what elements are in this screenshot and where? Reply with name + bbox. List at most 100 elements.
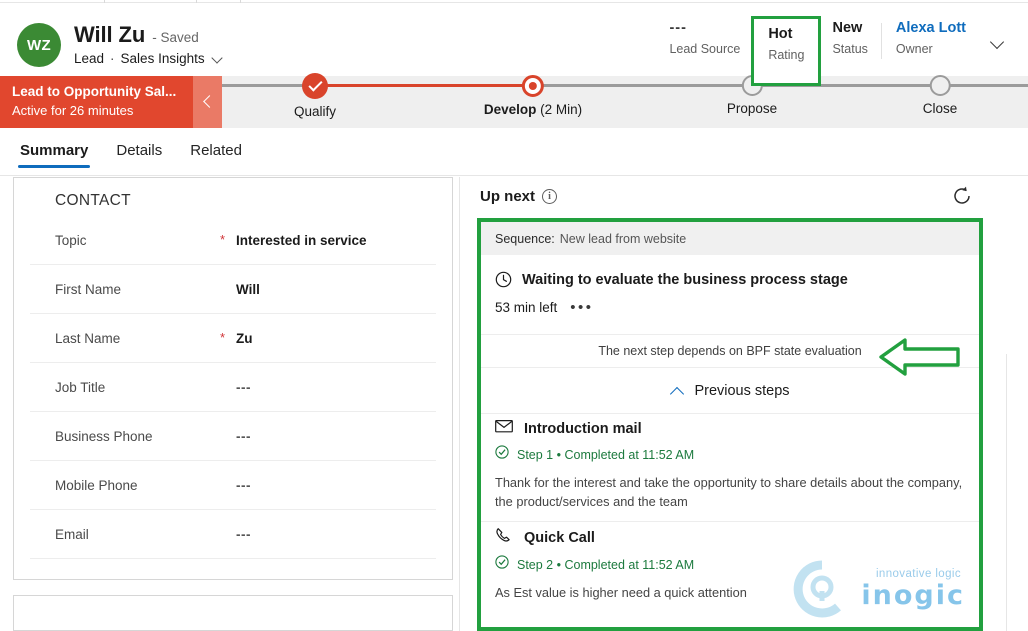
page-title: Will Zu - Saved [74, 22, 199, 48]
rating-label: Rating [768, 48, 805, 62]
breadcrumb-separator: · [110, 51, 115, 66]
field-value: --- [236, 428, 251, 444]
stage-duration: (2 Min) [540, 102, 583, 117]
sequence-bar[interactable]: Sequence: New lead from website [481, 222, 979, 255]
waiting-step-text: Waiting to evaluate the business process… [522, 271, 848, 288]
process-stage-track: Qualify Develop (2 Min) Propose Close [222, 73, 1028, 128]
info-icon[interactable]: i [542, 189, 558, 204]
pending-stage-icon [929, 75, 951, 96]
step-meta-row: Step 2 • Completed at 11:52 AM [495, 555, 965, 574]
sequence-label: Sequence: [495, 231, 555, 246]
field-row-email[interactable]: Email --- [30, 510, 436, 559]
field-row-job-title[interactable]: Job Title --- [30, 363, 436, 412]
phone-icon [495, 527, 513, 548]
breadcrumb: Lead · Sales Insights [74, 51, 224, 66]
right-rail [1006, 354, 1028, 631]
entity-type-label: Lead [74, 51, 105, 66]
chevron-down-icon[interactable] [213, 53, 224, 64]
step-status-text: Step 1 • Completed at 11:52 AM [517, 447, 695, 462]
field-label: Mobile Phone [55, 477, 138, 493]
owner-value[interactable]: Alexa Lott [896, 19, 966, 38]
previous-step-introduction-mail[interactable]: Introduction mail Step 1 • Completed at … [481, 413, 979, 511]
up-next-sequence-card-highlight: Sequence: New lead from website Waiting … [477, 218, 983, 631]
save-status: - Saved [152, 30, 199, 45]
record-name: Will Zu [74, 22, 146, 47]
contact-section-title: CONTACT [55, 192, 131, 209]
status-value: New [832, 20, 863, 36]
field-row-business-phone[interactable]: Business Phone --- [30, 412, 436, 461]
field-value: Zu [236, 330, 253, 346]
field-row-topic[interactable]: Topic * Interested in service [30, 216, 436, 265]
record-header: WZ Will Zu - Saved Lead · Sales Insights… [0, 4, 1028, 86]
field-value: Interested in service [236, 232, 367, 248]
field-value: Will [236, 281, 260, 297]
business-process-flow-bar: Lead to Opportunity Sal... Active for 26… [0, 73, 1028, 128]
step-description: Thank for the interest and take the oppo… [495, 475, 963, 509]
mail-icon [495, 419, 513, 438]
up-next-panel: Up next i Sequence: New lead from websit… [460, 177, 1006, 631]
step-meta-row: Step 1 • Completed at 11:52 AM [495, 445, 965, 464]
more-options-icon[interactable]: ••• [570, 300, 593, 315]
time-left-text: 53 min left [495, 300, 558, 315]
header-field-status[interactable]: New Status [818, 19, 882, 65]
field-row-mobile-phone[interactable]: Mobile Phone --- [30, 461, 436, 510]
step-description: As Est value is higher need a quick atte… [495, 585, 747, 600]
clock-icon [495, 271, 512, 288]
header-quick-fields: --- Lead Source Hot Rating New Status Al… [655, 16, 1014, 86]
contact-card: CONTACT Topic * Interested in service Fi… [13, 177, 453, 580]
required-marker: * [220, 330, 226, 345]
process-stage-close[interactable]: Close [922, 75, 958, 116]
stage-label: Propose [726, 101, 778, 116]
left-column: CONTACT Topic * Interested in service Fi… [13, 177, 453, 631]
up-next-header: Up next i [480, 188, 558, 205]
refresh-icon[interactable] [951, 185, 973, 207]
avatar: WZ [17, 23, 61, 67]
tab-details[interactable]: Details [114, 136, 164, 168]
crm-lead-form-screen: WZ Will Zu - Saved Lead · Sales Insights… [0, 0, 1028, 631]
annotation-arrow-icon [879, 336, 961, 378]
field-label: Last Name [55, 330, 121, 346]
field-label: Business Phone [55, 428, 153, 444]
field-value: --- [236, 477, 251, 493]
chevron-left-icon [202, 96, 214, 108]
secondary-card [13, 595, 453, 631]
stage-label-text: Develop [483, 102, 537, 117]
chevron-down-icon [991, 36, 1004, 49]
bpf-note-text: The next step depends on BPF state evalu… [598, 344, 862, 358]
field-label: Topic [55, 232, 87, 248]
field-label: Email [55, 526, 89, 542]
process-stage-develop[interactable]: Develop (2 Min) [483, 75, 583, 117]
current-stage-icon [522, 75, 544, 97]
form-body: CONTACT Topic * Interested in service Fi… [0, 177, 1028, 631]
field-label: First Name [55, 281, 122, 297]
previous-step-quick-call[interactable]: Quick Call Step 2 • Completed at 11:52 A… [481, 521, 979, 602]
app-name-label: Sales Insights [120, 51, 205, 66]
process-collapse-button[interactable] [193, 76, 222, 128]
header-field-lead-source[interactable]: --- Lead Source [655, 19, 755, 65]
chevron-up-icon [670, 386, 685, 395]
required-marker: * [220, 232, 226, 247]
field-row-first-name[interactable]: First Name Will [30, 265, 436, 314]
status-label: Status [832, 42, 868, 56]
lead-source-value: --- [669, 20, 687, 36]
field-label: Job Title [55, 379, 106, 395]
header-field-rating[interactable]: Hot Rating [751, 16, 822, 86]
header-expand-button[interactable] [980, 19, 1014, 65]
process-active-duration: Active for 26 minutes [12, 103, 134, 118]
tab-summary[interactable]: Summary [18, 136, 91, 168]
rating-value: Hot [768, 26, 793, 42]
field-value: --- [236, 379, 251, 395]
process-name: Lead to Opportunity Sal... [12, 84, 177, 99]
process-name-block[interactable]: Lead to Opportunity Sal... Active for 26… [0, 76, 193, 128]
up-next-title: Up next [480, 188, 536, 205]
step-title-row: Quick Call [495, 527, 965, 548]
process-stage-qualify[interactable]: Qualify [293, 73, 337, 119]
field-row-last-name[interactable]: Last Name * Zu [30, 314, 436, 363]
completed-check-icon [495, 555, 509, 574]
step-name: Quick Call [524, 529, 595, 546]
tab-related[interactable]: Related [188, 136, 244, 168]
stage-label: Close [922, 101, 958, 116]
stage-label: Qualify [293, 104, 337, 119]
header-field-owner[interactable]: Alexa Lott Owner [882, 19, 980, 65]
lead-source-label: Lead Source [669, 42, 741, 56]
